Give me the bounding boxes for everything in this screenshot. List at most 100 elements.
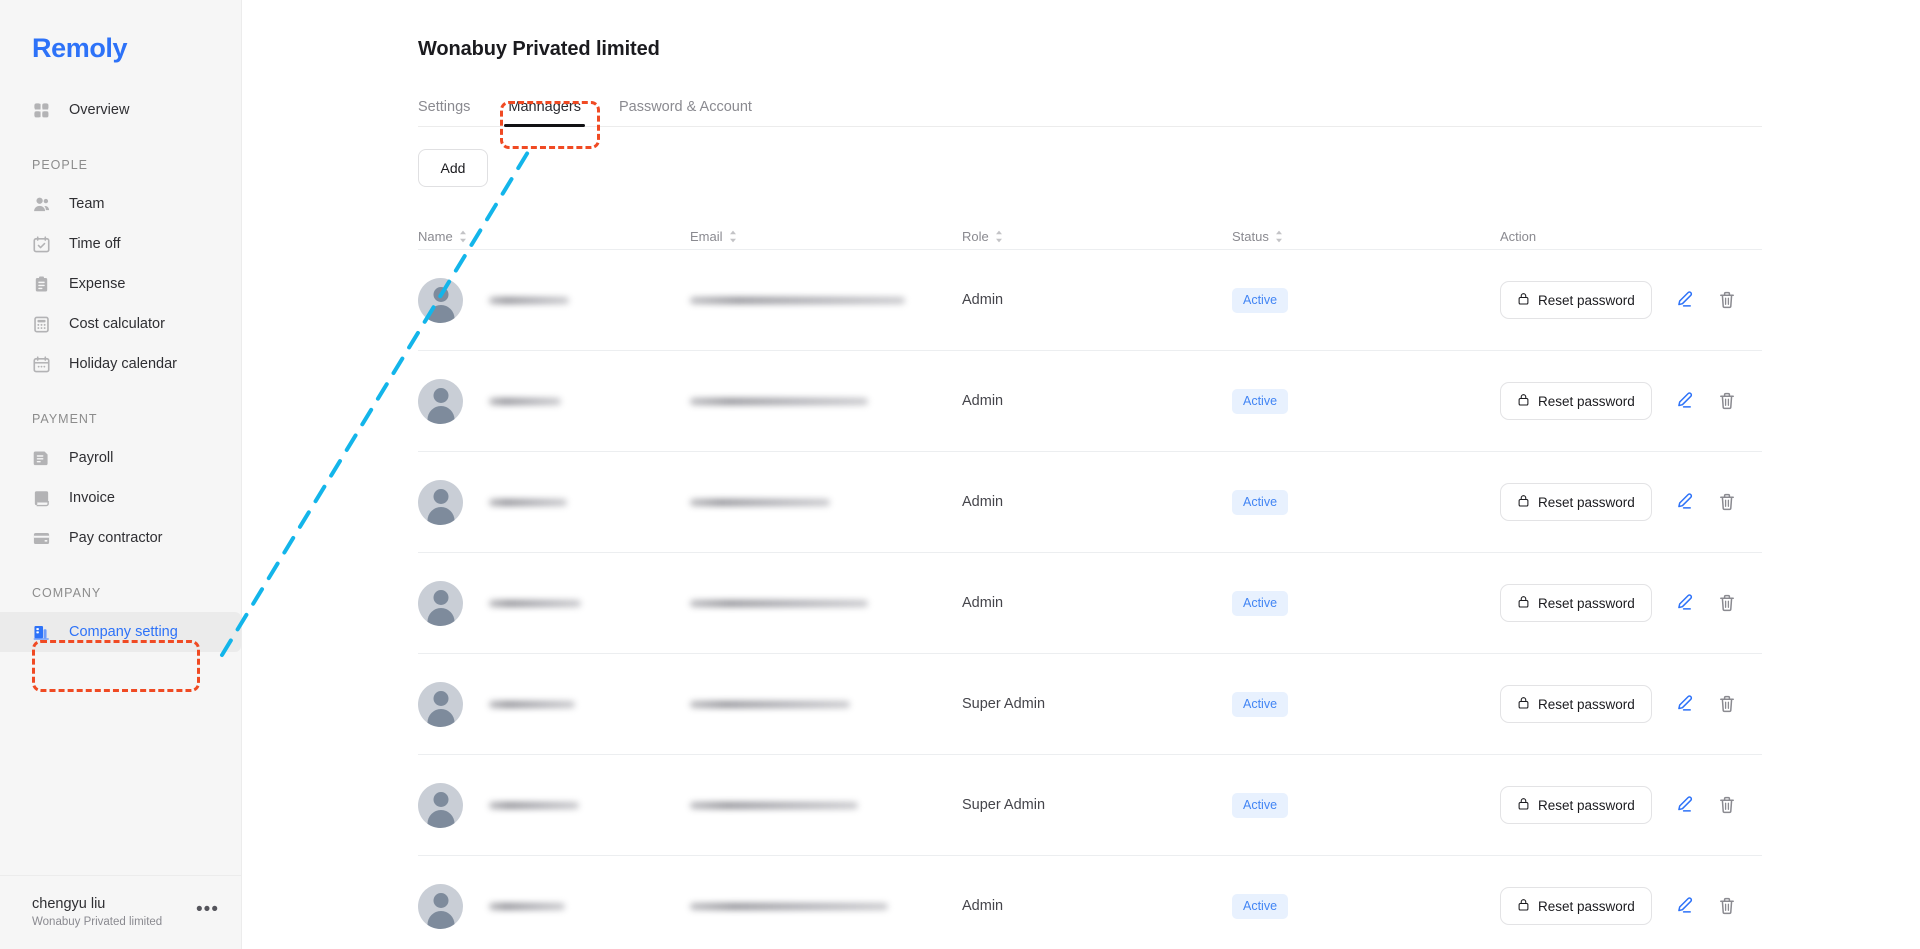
reset-password-button[interactable]: Reset password: [1500, 281, 1652, 319]
sidebar-item-time-off[interactable]: Time off: [0, 224, 241, 264]
column-header-action: Action: [1500, 229, 1762, 244]
cell-name: [418, 580, 690, 626]
sidebar-item-team[interactable]: Team: [0, 184, 241, 224]
people-icon: [32, 195, 51, 214]
avatar: [418, 681, 463, 727]
lock-icon: [1517, 292, 1530, 308]
cell-name: [418, 681, 690, 727]
column-header-role[interactable]: Role: [962, 229, 1232, 244]
sidebar-item-label: Company setting: [69, 624, 178, 640]
trash-icon[interactable]: [1716, 794, 1738, 816]
cell-role: Super Admin: [962, 797, 1232, 813]
cell-name: [418, 883, 690, 929]
cell-status: Active: [1232, 691, 1500, 717]
role-value: Super Admin: [962, 696, 1046, 712]
cell-name: [418, 378, 690, 424]
role-value: Admin: [962, 292, 1004, 308]
column-header-status[interactable]: Status: [1232, 229, 1500, 244]
cell-name-value-redacted: [489, 480, 567, 525]
sidebar-item-label: Payroll: [69, 450, 114, 466]
app-root: Remoly Overview PEOPLE Team Time off Exp…: [0, 0, 1920, 949]
sidebar-user-box[interactable]: chengyu liu Wonabuy Privated limited •••: [0, 875, 241, 949]
table-row[interactable]: Super Admin Active Reset password: [418, 653, 1762, 754]
document-list-icon: [32, 449, 51, 468]
sidebar-item-cost-calculator[interactable]: Cost calculator: [0, 304, 241, 344]
reset-password-button[interactable]: Reset password: [1500, 887, 1652, 925]
reset-password-button[interactable]: Reset password: [1500, 786, 1652, 824]
reset-password-button[interactable]: Reset password: [1500, 483, 1652, 521]
add-button[interactable]: Add: [418, 149, 488, 187]
pencil-icon[interactable]: [1673, 794, 1695, 816]
pencil-icon[interactable]: [1673, 895, 1695, 917]
trash-icon[interactable]: [1716, 895, 1738, 917]
trash-icon[interactable]: [1716, 592, 1738, 614]
sidebar-item-label: Cost calculator: [69, 316, 165, 332]
table-row[interactable]: Admin Active Reset password: [418, 249, 1762, 350]
sort-arrows-icon: [995, 230, 1003, 243]
column-header-email[interactable]: Email: [690, 229, 962, 244]
column-header-name[interactable]: Name: [418, 229, 690, 244]
lock-icon: [1517, 696, 1530, 712]
table-row[interactable]: Admin Active Reset password: [418, 552, 1762, 653]
cell-action: Reset password: [1500, 483, 1762, 521]
table-header-row: Name Email Role Status Action: [418, 223, 1762, 249]
table-row[interactable]: Admin Active Reset password: [418, 855, 1762, 949]
cell-name: [418, 277, 690, 323]
trash-icon[interactable]: [1716, 491, 1738, 513]
sidebar-item-payroll[interactable]: Payroll: [0, 438, 241, 478]
trash-icon[interactable]: [1716, 693, 1738, 715]
action-buttons: Reset password: [1500, 685, 1738, 723]
reset-password-label: Reset password: [1538, 696, 1635, 712]
invoice-icon: [32, 489, 51, 508]
tab-settings[interactable]: Settings: [418, 99, 470, 126]
reset-password-label: Reset password: [1538, 898, 1635, 914]
tab-mannagers[interactable]: Mannagers: [504, 99, 585, 127]
lock-icon: [1517, 494, 1530, 510]
pencil-icon[interactable]: [1673, 390, 1695, 412]
trash-icon[interactable]: [1716, 390, 1738, 412]
sidebar-item-expense[interactable]: Expense: [0, 264, 241, 304]
sidebar-item-overview[interactable]: Overview: [0, 90, 241, 130]
sidebar-nav: Overview PEOPLE Team Time off Expense Co…: [0, 78, 241, 875]
lock-icon: [1517, 595, 1530, 611]
tab-password-account[interactable]: Password & Account: [619, 99, 752, 126]
reset-password-button[interactable]: Reset password: [1500, 584, 1652, 622]
sidebar-item-pay-contractor[interactable]: Pay contractor: [0, 518, 241, 558]
sidebar-item-invoice[interactable]: Invoice: [0, 478, 241, 518]
column-label: Name: [418, 228, 453, 244]
sidebar-item-company-setting[interactable]: Company setting: [0, 612, 241, 652]
user-menu-button[interactable]: •••: [196, 900, 219, 925]
table-row[interactable]: Admin Active Reset password: [418, 350, 1762, 451]
avatar-body: [427, 506, 454, 525]
role-value: Admin: [962, 595, 1004, 611]
pencil-icon[interactable]: [1673, 693, 1695, 715]
table-row[interactable]: Admin Active Reset password: [418, 451, 1762, 552]
pencil-icon[interactable]: [1673, 491, 1695, 513]
status-badge: Active: [1232, 489, 1289, 515]
pencil-icon[interactable]: [1673, 289, 1695, 311]
cell-name: [418, 782, 690, 828]
sidebar-item-holiday-calendar[interactable]: Holiday calendar: [0, 344, 241, 384]
trash-icon[interactable]: [1716, 289, 1738, 311]
cell-name-value-redacted: [489, 278, 569, 323]
table-row[interactable]: Super Admin Active Reset password: [418, 754, 1762, 855]
column-label: Status: [1232, 228, 1269, 244]
status-badge: Active: [1232, 691, 1289, 717]
pencil-icon[interactable]: [1673, 592, 1695, 614]
cell-role: Admin: [962, 898, 1232, 914]
cell-email-value-redacted: [690, 480, 830, 525]
cell-action: Reset password: [1500, 584, 1762, 622]
reset-password-label: Reset password: [1538, 797, 1635, 813]
cell-email: [690, 783, 962, 828]
cell-role: Admin: [962, 292, 1232, 308]
reset-password-button[interactable]: Reset password: [1500, 685, 1652, 723]
avatar-head: [433, 791, 448, 807]
avatar: [418, 883, 463, 929]
cell-email: [690, 884, 962, 929]
sidebar-item-label: Time off: [69, 236, 121, 252]
cell-action: Reset password: [1500, 786, 1762, 824]
cell-name-value-redacted: [489, 884, 565, 929]
reset-password-button[interactable]: Reset password: [1500, 382, 1652, 420]
sidebar-section-payment: PAYMENT: [32, 412, 98, 426]
sidebar-item-label: Holiday calendar: [69, 356, 178, 372]
